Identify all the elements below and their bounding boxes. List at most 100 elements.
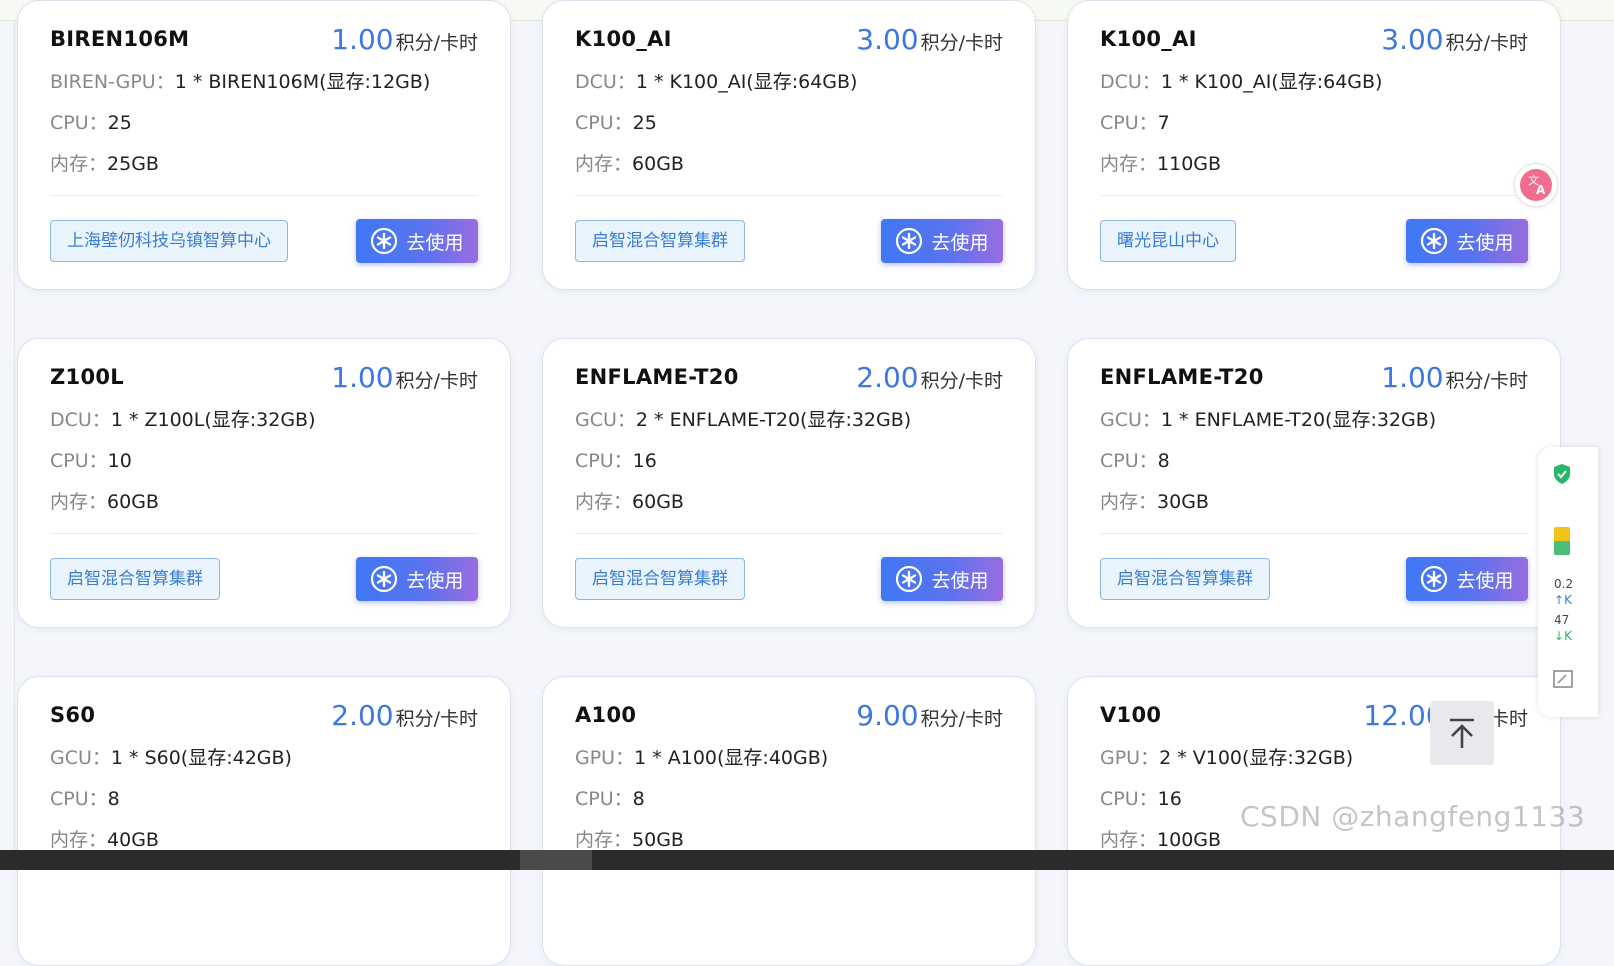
- spec-key: DCU：: [50, 409, 111, 431]
- spec-key: CPU：: [50, 450, 108, 472]
- cluster-tag[interactable]: 启智混合智算集群: [575, 220, 745, 262]
- spec-value: 100GB: [1157, 829, 1222, 851]
- price-block: 1.00 积分/卡时: [331, 23, 478, 56]
- spec-value: 25GB: [107, 153, 159, 175]
- spec-value: 1 * ENFLAME-T20(显存:32GB): [1160, 409, 1437, 431]
- cluster-tag[interactable]: 启智混合智算集群: [575, 558, 745, 600]
- spec-value: 25: [107, 112, 132, 134]
- spec-key: 内存：: [1100, 491, 1158, 513]
- price-value: 2.00: [856, 361, 919, 394]
- spec-value: 16: [632, 450, 657, 472]
- price-unit: 积分/卡时: [920, 370, 1003, 392]
- price-unit: 积分/卡时: [395, 370, 478, 392]
- resource-name: Z100L: [50, 365, 124, 389]
- resource-name: ENFLAME-T20: [1100, 365, 1264, 389]
- spec-key: DCU：: [575, 71, 636, 93]
- accelerator-spec: DCU：1 * K100_AI(显存:64GB): [575, 67, 857, 94]
- cpu-spec: CPU：8: [50, 784, 120, 811]
- spec-key: 内存：: [1100, 829, 1158, 851]
- memory-spec: 内存：60GB: [575, 149, 684, 176]
- asterisk-circle-icon: [896, 227, 923, 255]
- memory-spec: 内存：30GB: [1100, 487, 1209, 514]
- translate-icon: 文 A: [1520, 169, 1552, 201]
- resource-name: K100_AI: [1100, 27, 1197, 51]
- resource-card: K100_AI 3.00 积分/卡时 DCU：1 * K100_AI(显存:64G…: [1067, 0, 1561, 290]
- side-monitor-panel[interactable]: 0.2 ↑K 47 ↓K: [1538, 447, 1598, 717]
- cpu-spec: CPU：25: [575, 108, 657, 135]
- resource-card: BIREN106M 1.00 积分/卡时 BIREN-GPU：1 * BIREN1…: [17, 0, 511, 290]
- price-unit: 积分/卡时: [920, 32, 1003, 54]
- spec-value: 8: [1157, 450, 1170, 472]
- scrollbar-thumb[interactable]: [520, 850, 592, 870]
- panel-stat: ↑K: [1554, 593, 1572, 607]
- cpu-spec: CPU：8: [575, 784, 645, 811]
- spec-key: CPU：: [1100, 788, 1158, 810]
- price-block: 3.00 积分/卡时: [1381, 23, 1528, 56]
- expand-icon: [1553, 670, 1573, 688]
- accelerator-spec: GCU：1 * S60(显存:42GB): [50, 743, 292, 770]
- spec-key: 内存：: [575, 829, 633, 851]
- price-unit: 积分/卡时: [395, 708, 478, 730]
- spec-value: 1 * K100_AI(显存:64GB): [635, 71, 858, 93]
- asterisk-circle-icon: [896, 565, 923, 593]
- price-unit: 积分/卡时: [1445, 370, 1528, 392]
- price-value: 9.00: [856, 699, 919, 732]
- use-button[interactable]: 去使用: [881, 219, 1003, 263]
- use-button[interactable]: 去使用: [356, 557, 478, 601]
- arrow-down-small-icon: ↓: [1554, 629, 1565, 643]
- resource-card: ENFLAME-T20 1.00 积分/卡时 GCU：1 * ENFLAME-T2…: [1067, 338, 1561, 628]
- use-button[interactable]: 去使用: [1406, 219, 1528, 263]
- spec-key: GCU：: [575, 409, 636, 431]
- price-block: 3.00 积分/卡时: [856, 23, 1003, 56]
- use-button-label: 去使用: [931, 231, 989, 254]
- spec-value: 50GB: [632, 829, 684, 851]
- spec-value: 2 * V100(显存:32GB): [1159, 747, 1354, 769]
- cluster-tag[interactable]: 启智混合智算集群: [1100, 558, 1270, 600]
- csdn-watermark: CSDN @zhangfeng1133: [1240, 800, 1586, 833]
- card-divider: [1100, 533, 1528, 534]
- spec-key: CPU：: [50, 788, 108, 810]
- spec-value: 10: [107, 450, 132, 472]
- use-button[interactable]: 去使用: [1406, 557, 1528, 601]
- back-to-top-button[interactable]: [1430, 701, 1494, 765]
- cluster-tag[interactable]: 上海壁仞科技乌镇智算中心: [50, 220, 288, 262]
- resource-name: ENFLAME-T20: [575, 365, 739, 389]
- spec-value: 1 * Z100L(显存:32GB): [110, 409, 316, 431]
- price-value: 1.00: [331, 361, 394, 394]
- spec-key: GCU：: [1100, 409, 1161, 431]
- price-block: 2.00 积分/卡时: [856, 361, 1003, 394]
- cluster-tag[interactable]: 启智混合智算集群: [50, 558, 220, 600]
- horizontal-scrollbar[interactable]: [0, 850, 1614, 870]
- price-block: 9.00 积分/卡时: [856, 699, 1003, 732]
- spec-key: 内存：: [575, 153, 633, 175]
- asterisk-circle-icon: [1421, 227, 1448, 255]
- resource-card: ENFLAME-T20 2.00 积分/卡时 GCU：2 * ENFLAME-T2…: [542, 338, 1036, 628]
- asterisk-circle-icon: [371, 565, 398, 593]
- spec-key: DCU：: [1100, 71, 1161, 93]
- use-button-label: 去使用: [406, 569, 464, 592]
- spec-value: 40GB: [107, 829, 159, 851]
- accelerator-spec: DCU：1 * Z100L(显存:32GB): [50, 405, 316, 432]
- spec-value: 1 * BIREN106M(显存:12GB): [174, 71, 431, 93]
- accelerator-spec: GCU：2 * ENFLAME-T20(显存:32GB): [575, 405, 911, 432]
- spec-value: 1 * K100_AI(显存:64GB): [1160, 71, 1383, 93]
- use-button[interactable]: 去使用: [356, 219, 478, 263]
- spec-key: CPU：: [50, 112, 108, 134]
- cpu-spec: CPU：25: [50, 108, 132, 135]
- use-button[interactable]: 去使用: [881, 557, 1003, 601]
- spec-key: CPU：: [575, 788, 633, 810]
- price-value: 2.00: [331, 699, 394, 732]
- spec-key: CPU：: [1100, 112, 1158, 134]
- cluster-tag[interactable]: 曙光昆山中心: [1100, 220, 1236, 262]
- arrow-up-small-icon: ↑: [1554, 593, 1565, 607]
- cpu-spec: CPU：8: [1100, 446, 1170, 473]
- memory-spec: 内存：50GB: [575, 825, 684, 852]
- price-unit: 积分/卡时: [1445, 32, 1528, 54]
- price-block: 1.00 积分/卡时: [331, 361, 478, 394]
- arrow-up-icon: [1450, 718, 1474, 748]
- spec-value: 110GB: [1157, 153, 1222, 175]
- memory-spec: 内存：110GB: [1100, 149, 1221, 176]
- spec-value: 30GB: [1157, 491, 1209, 513]
- spec-key: GPU：: [1100, 747, 1160, 769]
- translate-button[interactable]: 文 A: [1514, 163, 1558, 207]
